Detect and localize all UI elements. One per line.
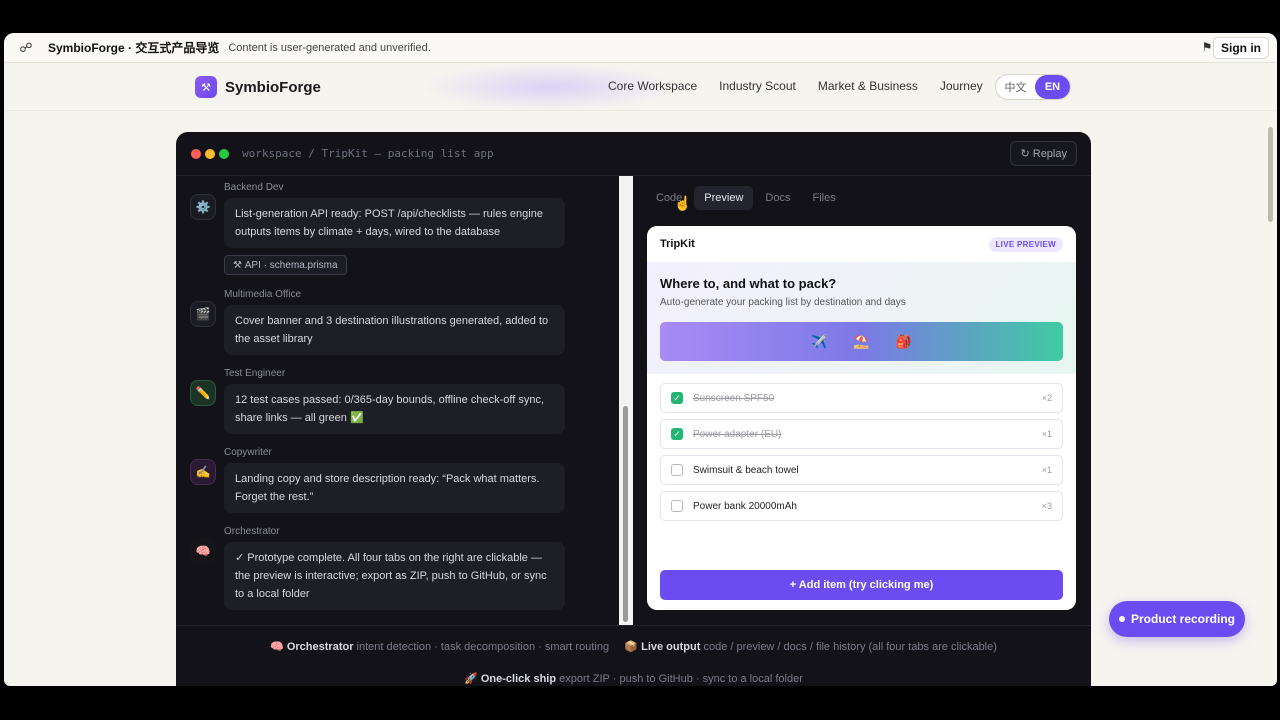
packing-list: ✓ Sunscreen SPF50 ×2 ✓ Power adapter (EU…: [660, 383, 1063, 527]
agent-message-text: Cover banner and 3 destination illustrat…: [224, 305, 565, 355]
destination-banner: ✈️ ⛱️ 🎒: [660, 322, 1063, 361]
agent-message-text: 12 test cases passed: 0/365-day bounds, …: [224, 384, 565, 434]
pencil-icon: ✏️: [190, 380, 216, 406]
nav-link-market-business[interactable]: Market & Business: [818, 79, 918, 93]
item-qty: ×1: [1041, 429, 1052, 439]
agent-role: Backend Dev: [224, 182, 284, 193]
agent-message-text: List-generation API ready: POST /api/che…: [224, 198, 565, 248]
feature-line-2: 🚀 One-click ship export ZIP · push to Gi…: [176, 672, 1091, 685]
chat-scrollbar-thumb[interactable]: [623, 406, 628, 622]
tab-preview[interactable]: Preview: [694, 186, 754, 210]
tab-docs[interactable]: Docs: [755, 186, 800, 210]
product-recording-label: Product recording: [1130, 612, 1235, 626]
chat-scrollbar[interactable]: [619, 176, 633, 625]
top-bar: ☍ SymbioForge · 交互式产品导览 Content is user-…: [4, 33, 1277, 63]
nav-links: Core Workspace Industry Scout Market & B…: [608, 79, 1005, 93]
preview-heading: Where to, and what to pack?: [660, 276, 837, 291]
item-qty: ×2: [1041, 393, 1052, 403]
file-chip-label: API · schema.prisma: [244, 259, 338, 271]
page-scrollbar[interactable]: [1268, 127, 1273, 222]
item-label: Power bank 20000mAh: [693, 500, 797, 512]
app-preview: TripKit LIVE PREVIEW Where to, and what …: [647, 226, 1076, 610]
replay-label: Replay: [1032, 147, 1067, 160]
feature-desc: intent detection · task decomposition · …: [356, 641, 610, 653]
sign-in-button[interactable]: Sign in: [1213, 37, 1269, 59]
hammer-icon: ⚒: [233, 259, 245, 271]
item-qty: ×3: [1041, 501, 1052, 511]
brain-icon: 🧠: [270, 641, 284, 653]
preview-app-name: TripKit: [660, 238, 695, 250]
window-titlebar: workspace / TripKit — packing list app ↻…: [176, 132, 1091, 176]
item-label: Swimsuit & beach towel: [693, 464, 799, 476]
replay-button[interactable]: ↻ Replay: [1010, 141, 1077, 166]
agent-role: Orchestrator: [224, 526, 280, 537]
nav-link-journey[interactable]: Journey: [940, 79, 983, 93]
feature-footer: 🧠 Orchestrator intent detection · task d…: [176, 625, 1091, 686]
feature-desc: export ZIP · push to GitHub · sync to a …: [559, 673, 803, 685]
site-nav: ⚒ SymbioForge Core Workspace Industry Sc…: [4, 63, 1277, 111]
browser-frame: ☍ SymbioForge · 交互式产品导览 Content is user-…: [4, 33, 1277, 686]
checkbox-unchecked[interactable]: [671, 464, 683, 476]
media-icon: 🎬: [190, 301, 216, 327]
feature-title: Orchestrator: [286, 641, 354, 653]
product-recording-button[interactable]: Product recording: [1109, 601, 1245, 637]
agent-chat[interactable]: Backend Dev ⚙️ List-generation API ready…: [176, 176, 621, 625]
share-network-icon[interactable]: ☍: [18, 40, 34, 56]
agent-role: Copywriter: [224, 447, 272, 458]
preview-subheading: Auto-generate your packing list by desti…: [660, 297, 906, 308]
nav-link-core-workspace[interactable]: Core Workspace: [608, 79, 697, 93]
gear-icon: ⚙️: [190, 194, 216, 220]
tab-files[interactable]: Files: [802, 186, 845, 210]
preview-hero: Where to, and what to pack? Auto-generat…: [647, 262, 1076, 374]
checkbox-checked[interactable]: ✓: [671, 392, 683, 404]
lang-zh-button[interactable]: 中文: [996, 75, 1035, 99]
close-dot[interactable]: [191, 149, 201, 159]
list-item[interactable]: ✓ Power adapter (EU) ×1: [660, 419, 1063, 449]
feature-title: One-click ship: [480, 673, 557, 685]
brand[interactable]: ⚒ SymbioForge: [195, 76, 321, 98]
brand-logo-icon: ⚒: [195, 76, 217, 98]
agent-message-text: ✓ Prototype complete. All four tabs on t…: [224, 542, 565, 610]
replay-icon: ↻: [1020, 148, 1033, 160]
rocket-icon: 🚀: [464, 673, 478, 685]
file-chip[interactable]: ⚒ API · schema.prisma: [224, 255, 347, 275]
writing-hand-icon: ✍️: [190, 459, 216, 485]
package-icon: 📦: [624, 641, 639, 653]
airplane-icon: ✈️: [811, 333, 828, 349]
preview-header: TripKit LIVE PREVIEW: [647, 226, 1076, 262]
minimize-dot[interactable]: [205, 149, 215, 159]
list-item[interactable]: Swimsuit & beach towel ×1: [660, 455, 1063, 485]
feature-title: Live output: [641, 641, 701, 653]
maximize-dot[interactable]: [219, 149, 229, 159]
checkbox-unchecked[interactable]: [671, 500, 683, 512]
workspace-path: workspace / TripKit — packing list app: [242, 147, 494, 160]
item-label: Power adapter (EU): [693, 428, 782, 440]
brand-name: SymbioForge: [225, 78, 321, 96]
add-item-button[interactable]: + Add item (try clicking me): [660, 570, 1063, 600]
list-item[interactable]: ✓ Sunscreen SPF50 ×2: [660, 383, 1063, 413]
lang-en-button[interactable]: EN: [1034, 75, 1070, 99]
agent-message-text: Landing copy and store description ready…: [224, 463, 565, 513]
agent-role: Multimedia Office: [224, 289, 302, 300]
agent-role: Test Engineer: [224, 368, 286, 379]
record-dot-icon: [1118, 616, 1125, 622]
beach-umbrella-icon: ⛱️: [853, 333, 870, 349]
item-label: Sunscreen SPF50: [693, 392, 775, 404]
list-item[interactable]: Power bank 20000mAh ×3: [660, 491, 1063, 521]
checkbox-checked[interactable]: ✓: [671, 428, 683, 440]
nav-link-industry-scout[interactable]: Industry Scout: [719, 79, 796, 93]
content-notice: Content is user-generated and unverified…: [228, 41, 431, 54]
feature-line-1: 🧠 Orchestrator intent detection · task d…: [176, 640, 1091, 653]
live-preview-badge: LIVE PREVIEW: [988, 236, 1063, 252]
brain-icon: 🧠: [190, 538, 216, 564]
app-title: SymbioForge · 交互式产品导览: [48, 41, 220, 55]
pointer-cursor-icon: ☝: [674, 195, 692, 211]
workspace-window: workspace / TripKit — packing list app ↻…: [176, 132, 1091, 686]
feature-desc: code / preview / docs / file history (al…: [703, 641, 997, 653]
item-qty: ×1: [1041, 465, 1052, 475]
language-toggle: 中文 EN: [995, 74, 1071, 100]
backpack-icon: 🎒: [895, 333, 912, 349]
